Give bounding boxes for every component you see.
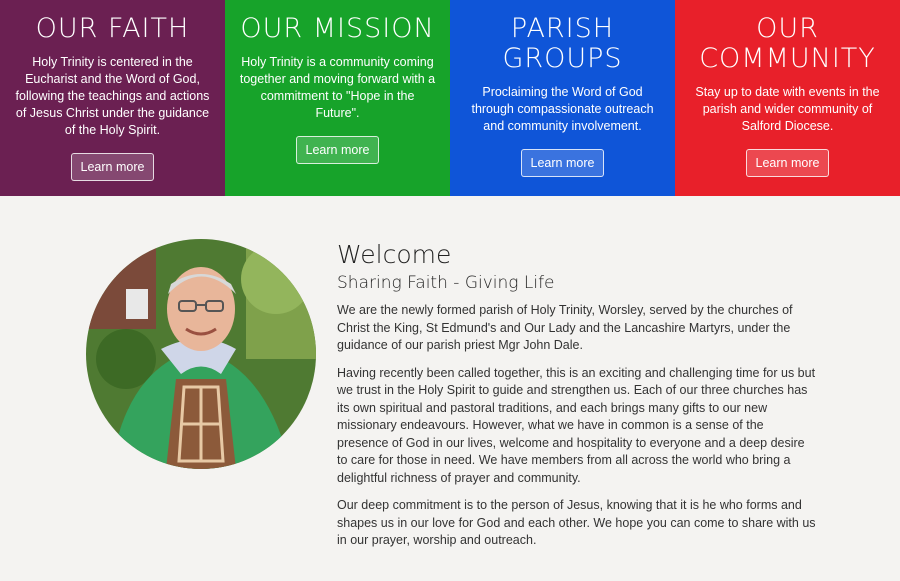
paragraph: Having recently been called together, th… (337, 365, 816, 485)
tile-title: PARISH GROUPS (502, 13, 623, 74)
tile-our-community: OUR COMMUNITY Stay up to date with event… (675, 0, 900, 196)
tile-our-faith: OUR FAITH Holy Trinity is centered in th… (0, 0, 225, 196)
tile-text: Holy Trinity is a community coming toget… (239, 55, 436, 120)
learn-more-button[interactable]: Learn more (745, 149, 830, 177)
tile-text: Proclaiming the Word of God through comp… (471, 85, 654, 133)
priest-photo (86, 239, 316, 469)
page-title: Welcome (337, 240, 452, 269)
feature-tiles: OUR FAITH Holy Trinity is centered in th… (0, 0, 900, 196)
paragraph: Our deep commitment is to the person of … (337, 498, 816, 547)
tile-text: Holy Trinity is centered in the Eucharis… (15, 55, 210, 137)
welcome-section: Welcome Sharing Faith - Giving Life We a… (337, 240, 817, 560)
tile-text: Stay up to date with events in the paris… (695, 85, 880, 133)
page-subtitle: Sharing Faith - Giving Life (337, 273, 555, 293)
tile-title: OUR FAITH (35, 13, 190, 44)
learn-more-button[interactable]: Learn more (70, 153, 155, 181)
tile-title: OUR MISSION (240, 13, 435, 44)
tile-parish-groups: PARISH GROUPS Proclaiming the Word of Go… (450, 0, 675, 196)
tile-title: OUR COMMUNITY (699, 13, 876, 74)
tile-our-mission: OUR MISSION Holy Trinity is a community … (225, 0, 450, 196)
learn-more-button[interactable]: Learn more (295, 136, 380, 164)
paragraph: We are the newly formed parish of Holy T… (337, 303, 793, 352)
learn-more-button[interactable]: Learn more (520, 149, 605, 177)
